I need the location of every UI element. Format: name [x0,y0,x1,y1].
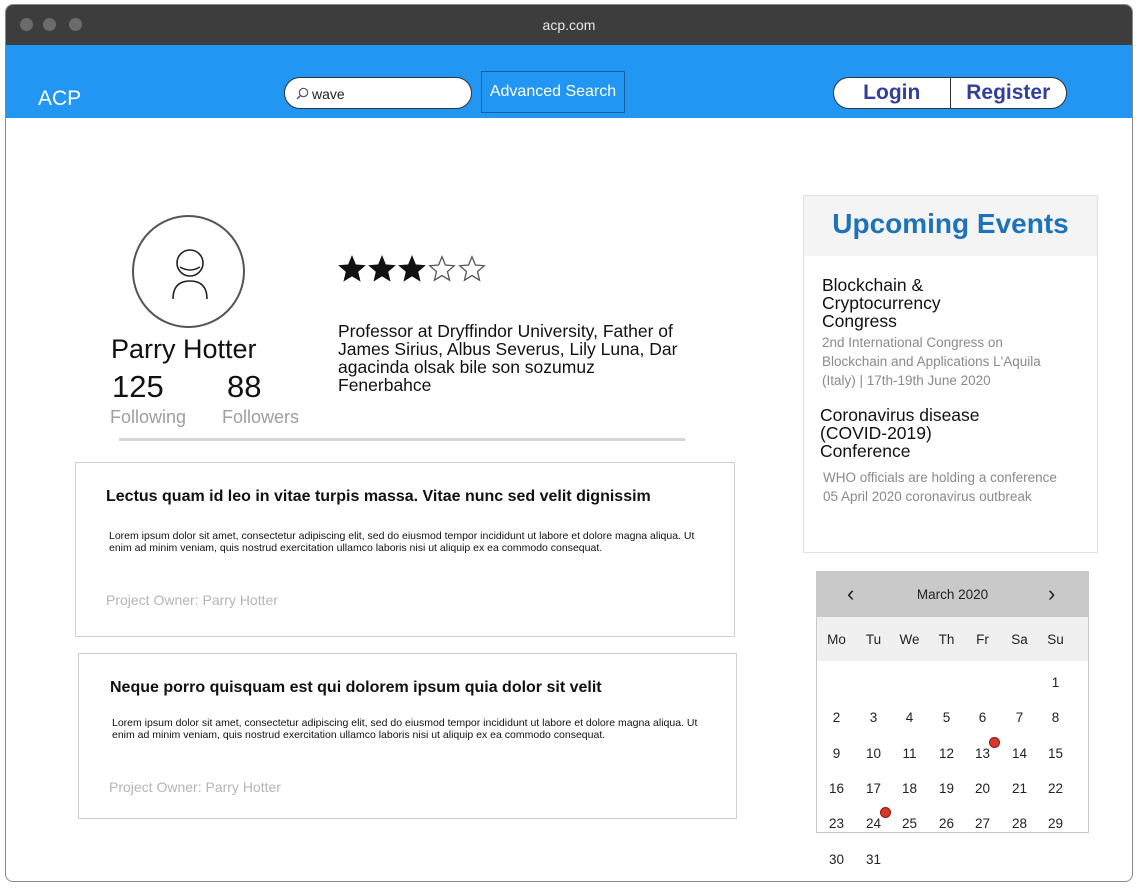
weekday-label: We [899,632,920,647]
weekday-label: Tu [865,632,882,647]
browser-window: acp.com ACP Advanced Search Login Regist… [5,4,1133,882]
followers-count[interactable]: 88 [227,369,261,405]
user-name: Parry Hotter [111,334,257,364]
calendar-day[interactable]: 31 [855,852,892,867]
window-url: acp.com [542,17,596,33]
project-card[interactable]: Neque porro quisquam est qui dolorem ips… [78,653,737,819]
calendar-day[interactable]: 28 [1001,816,1038,831]
search-icon [296,87,309,100]
calendar-day[interactable]: 2 [818,710,855,725]
project-description: Lorem ipsum dolor sit amet, consectetur … [112,717,698,741]
event-title[interactable]: Blockchain & Cryptocurrency Congress [822,276,992,330]
events-heading: Upcoming Events [832,208,1069,239]
calendar-day[interactable]: 10 [855,746,892,761]
calendar: ‹ March 2020 › Mo Tu We Th Fr Sa Su 1234567891… [816,571,1089,867]
star-filled-icon[interactable] [338,255,366,283]
star-empty-icon[interactable] [458,255,486,283]
search-input[interactable] [312,84,462,104]
project-card[interactable]: Lectus quam id leo in vitae turpis massa… [75,462,735,637]
weekday-label: Mo [827,632,846,647]
calendar-day[interactable]: 9 [818,746,855,761]
star-filled-icon[interactable] [398,255,426,283]
calendar-day[interactable]: 4 [891,710,928,725]
project-description: Lorem ipsum dolor sit amet, consectetur … [109,530,695,554]
search-box[interactable] [284,77,472,109]
events-header: Upcoming Events [804,196,1097,256]
calendar-day[interactable]: 21 [1001,781,1038,796]
event-description: 2nd International Congress on Blockchain… [822,335,1041,388]
calendar-day[interactable]: 6 [964,710,1001,725]
calendar-day[interactable]: 24 [855,816,892,831]
calendar-day[interactable]: 20 [964,781,1001,796]
followers-label[interactable]: Followers [222,407,299,428]
calendar-day[interactable]: 7 [1001,710,1038,725]
calendar-day[interactable]: 12 [928,746,965,761]
title-bar: acp.com [6,5,1132,45]
calendar-weekdays: Mo Tu We Th Fr Sa Su [817,617,1088,661]
project-title[interactable]: Neque porro quisquam est qui dolorem ips… [110,679,602,697]
user-icon [172,249,208,299]
calendar-header: ‹ March 2020 › [817,572,1088,617]
calendar-day[interactable]: 18 [891,781,928,796]
upcoming-events-panel: Upcoming Events Blockchain & Cryptocurre… [803,195,1098,553]
calendar-day[interactable]: 23 [818,816,855,831]
event-title[interactable]: Coronavirus disease (COVID-2019) Confere… [820,406,980,460]
weekday-label: Th [938,632,955,647]
login-button[interactable]: Login [834,78,951,108]
user-bio: Professor at Dryffindor University, Fath… [338,321,678,395]
event-marker [880,807,891,818]
calendar-day[interactable]: 13 [964,746,1001,761]
calendar-day[interactable]: 1 [1037,675,1074,690]
calendar-day[interactable]: 17 [855,781,892,796]
profile-divider [119,438,685,441]
next-month-icon[interactable]: › [1048,581,1055,607]
project-title[interactable]: Lectus quam id leo in vitae turpis massa… [106,488,651,506]
calendar-day[interactable]: 22 [1037,781,1074,796]
calendar-day[interactable]: 3 [855,710,892,725]
weekday-label: Su [1047,632,1064,647]
register-button[interactable]: Register [951,78,1067,108]
calendar-day[interactable]: 14 [1001,746,1038,761]
star-filled-icon[interactable] [368,255,396,283]
weekday-label: Fr [976,632,989,647]
calendar-day[interactable]: 15 [1037,746,1074,761]
project-owner: Project Owner: Parry Hotter [109,779,281,795]
event-description: WHO officials are holding a conference 0… [823,470,1057,504]
following-label[interactable]: Following [110,407,186,428]
navbar: ACP Advanced Search Login Register [6,45,1132,118]
calendar-day[interactable]: 11 [891,746,928,761]
calendar-day[interactable]: 26 [928,816,965,831]
star-empty-icon[interactable] [428,255,456,283]
calendar-day[interactable]: 25 [891,816,928,831]
calendar-day[interactable]: 19 [928,781,965,796]
calendar-day[interactable]: 30 [818,852,855,867]
event-marker [989,737,1000,748]
calendar-day[interactable]: 27 [964,816,1001,831]
following-count[interactable]: 125 [112,369,164,405]
avatar[interactable] [132,215,245,328]
advanced-search-button[interactable]: Advanced Search [481,71,625,113]
brand-logo[interactable]: ACP [38,87,81,111]
calendar-day[interactable]: 5 [928,710,965,725]
weekday-label: Sa [1011,632,1028,647]
auth-buttons: Login Register [833,77,1067,109]
rating-stars [338,255,486,283]
calendar-day[interactable]: 16 [818,781,855,796]
project-owner: Project Owner: Parry Hotter [106,592,278,608]
calendar-day[interactable]: 8 [1037,710,1074,725]
calendar-day[interactable]: 29 [1037,816,1074,831]
